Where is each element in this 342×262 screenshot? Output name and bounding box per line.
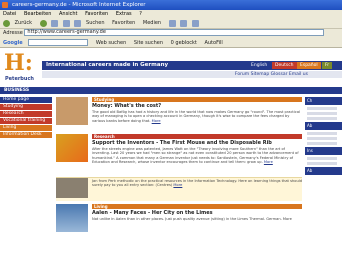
more-link[interactable]: More: [264, 160, 273, 164]
article-category: Living: [92, 204, 302, 209]
menu-file[interactable]: Datei: [3, 11, 16, 17]
web-search-button[interactable]: Web suchen: [96, 38, 126, 48]
search-label[interactable]: Suchen: [86, 18, 105, 29]
back-icon[interactable]: [3, 20, 10, 27]
print-icon[interactable]: [191, 20, 199, 27]
main-content: Studying Money: What's the cost? The goo…: [56, 97, 302, 262]
lang-english[interactable]: English: [248, 62, 271, 69]
window-titlebar: careers-germany.de - Microsoft Internet …: [0, 0, 342, 10]
sidebar-item-studying[interactable]: Studying: [0, 104, 52, 110]
article-image[interactable]: [56, 134, 88, 162]
menu-favorites[interactable]: Favoriten: [85, 11, 108, 17]
media-label[interactable]: Medien: [143, 18, 161, 29]
ie-icon: [2, 2, 8, 8]
history-icon[interactable]: [168, 20, 176, 27]
window-title: careers-germany.de - Microsoft Internet …: [12, 2, 146, 8]
menu-bar: Datei Bearbeiten Ansicht Favoriten Extra…: [0, 10, 342, 18]
more-link[interactable]: More: [173, 183, 182, 187]
article-card: Living Aalen - Many Faces - Her City on …: [56, 204, 302, 234]
toolbar: Zurück Suchen Favoriten Medien: [0, 18, 342, 29]
article-teaser: The good old Bafög has had a history and…: [92, 110, 301, 123]
promo-text: Jan from Perk methodic on the practical …: [92, 179, 302, 188]
lang-espanol[interactable]: Español: [297, 62, 321, 69]
sidebar-item-home[interactable]: Home page: [0, 97, 52, 103]
refresh-icon[interactable]: [62, 20, 70, 27]
logo-mark: H:: [4, 50, 33, 76]
utility-nav[interactable]: Forum Sitemap Glossar Email us: [42, 71, 342, 78]
right-box-header: Ch: [305, 97, 342, 105]
lang-french[interactable]: Fr: [322, 62, 333, 69]
menu-view[interactable]: Ansicht: [59, 11, 77, 17]
google-logo: Google: [3, 40, 23, 46]
promo-card: Jan from Perk methodic on the practical …: [56, 177, 302, 201]
sidebar-item-research[interactable]: Research: [0, 111, 52, 117]
favorites-label[interactable]: Favoriten: [112, 18, 135, 29]
forward-icon[interactable]: [39, 20, 47, 27]
popup-blocked-button[interactable]: 0 geblockt: [171, 38, 197, 48]
site-search-button[interactable]: Site suchen: [134, 38, 163, 48]
right-column: Ch Ab Ins Ab: [305, 97, 342, 262]
more-link[interactable]: More: [152, 119, 161, 123]
address-input[interactable]: http://www.careers-germany.de: [24, 29, 325, 36]
article-category: Studying: [92, 97, 302, 102]
article-teaser: Not unlike in Aalen than in other places…: [92, 217, 292, 221]
article-image[interactable]: [56, 97, 88, 125]
autofill-button[interactable]: AutoFill: [204, 38, 222, 48]
back-label[interactable]: Zurück: [15, 18, 32, 29]
menu-tools[interactable]: Extras: [116, 11, 132, 17]
address-bar: Adresse http://www.careers-germany.de: [0, 29, 342, 38]
article-card: Research Support the Inventors - The Fir…: [56, 134, 302, 174]
article-title[interactable]: Aalen - Many Faces - Her City on the Lim…: [92, 210, 302, 216]
google-toolbar: Google Web suchen Site suchen 0 geblockt…: [0, 38, 342, 48]
lang-deutsch[interactable]: Deutsch: [272, 62, 297, 69]
article-image[interactable]: [56, 204, 88, 232]
article-teaser: After the streets engine was patented, J…: [92, 147, 299, 164]
logo-tagline: Peterbuch: [5, 76, 34, 82]
article-card: Studying Money: What's the cost? The goo…: [56, 97, 302, 131]
promo-image[interactable]: [56, 178, 88, 198]
mail-icon[interactable]: [180, 20, 188, 27]
menu-help[interactable]: ?: [139, 11, 142, 17]
right-box-header: Ins: [305, 147, 342, 155]
article-title[interactable]: Money: What's the cost?: [92, 103, 302, 109]
stop-icon[interactable]: [51, 20, 59, 27]
section-bar: BUSINESS: [0, 87, 342, 94]
right-box-header: Ab: [305, 122, 342, 130]
sidebar-item-info-desk[interactable]: Information Desk: [0, 132, 52, 138]
sidebar-item-vocational[interactable]: Vocational training: [0, 118, 52, 124]
sidebar-item-living[interactable]: Living: [0, 125, 52, 131]
right-box-header: Ab: [305, 167, 342, 175]
home-icon[interactable]: [74, 20, 82, 27]
site-header: H: Peterbuch International careers made …: [0, 49, 342, 87]
google-search-input[interactable]: [28, 39, 89, 46]
site-logo[interactable]: H: Peterbuch: [4, 50, 42, 82]
article-title[interactable]: Support the Inventors - The First Mouse …: [92, 140, 302, 146]
sidebar-nav: Home page Studying Research Vocational t…: [0, 97, 52, 139]
menu-edit[interactable]: Bearbeiten: [24, 11, 51, 17]
web-page: H: Peterbuch International careers made …: [0, 49, 342, 262]
article-category: Research: [92, 134, 302, 139]
address-label: Adresse: [3, 30, 23, 36]
